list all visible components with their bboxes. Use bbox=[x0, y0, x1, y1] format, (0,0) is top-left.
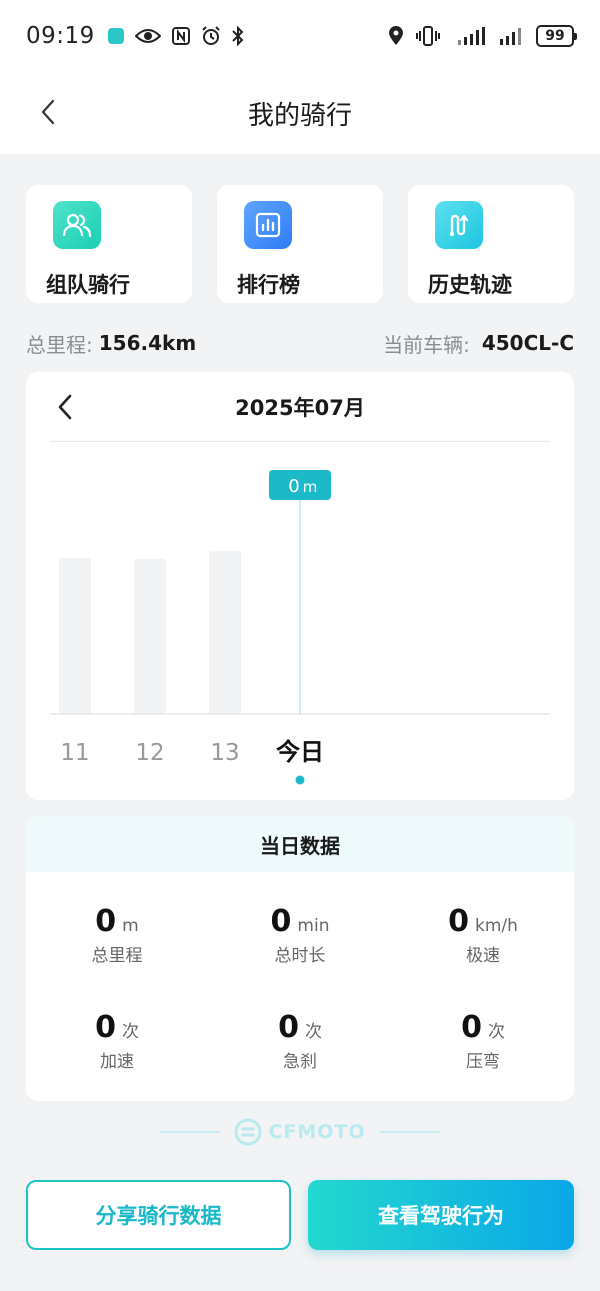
stat-hard-braking: 0次 急刹 bbox=[209, 1010, 391, 1072]
chart-tooltip bbox=[269, 470, 331, 500]
chevron-left-icon bbox=[41, 99, 55, 125]
history-track-card[interactable]: 历史轨迹 bbox=[408, 185, 574, 303]
summary-row: 总里程: 156.4km 当前车辆: 450CL-C bbox=[26, 328, 574, 358]
brand-name: CFMOTO bbox=[268, 1121, 366, 1143]
cfmoto-logo: CFMOTO bbox=[234, 1118, 365, 1146]
quick-actions: 组队骑行 排行榜 历史轨迹 bbox=[26, 185, 574, 303]
stat-value: 0 bbox=[461, 1010, 482, 1045]
stat-unit: km/h bbox=[474, 916, 518, 936]
chart-bar bbox=[209, 550, 241, 714]
stat-label: 总时长 bbox=[274, 946, 326, 966]
battery-indicator: 99 bbox=[536, 25, 577, 47]
stat-top-speed: 0 km/h 极速 bbox=[392, 904, 574, 966]
back-button[interactable] bbox=[30, 94, 66, 130]
month-title: 2025年07月 bbox=[235, 395, 365, 420]
stats-grid: 0m 总里程 0 min 总时长 0 km/h 极速 0次 加速 0次 急刹 0次 … bbox=[26, 872, 574, 1101]
chart-selected-dot bbox=[295, 775, 305, 785]
quick-action-label: 组队骑行 bbox=[46, 273, 130, 297]
month-header: 2025年07月 bbox=[50, 372, 550, 442]
brand-footer: CFMOTO bbox=[160, 1116, 440, 1148]
current-vehicle-label: 当前车辆: bbox=[383, 332, 470, 357]
stat-label: 压弯 bbox=[466, 1052, 500, 1072]
stat-distance: 0m 总里程 bbox=[26, 904, 208, 966]
divider bbox=[160, 1131, 221, 1133]
stat-duration: 0 min 总时长 bbox=[209, 904, 391, 966]
monthly-chart-card: 2025年07月 11 12 13 今日 0 m bbox=[26, 372, 574, 800]
bar-chart: 11 12 13 今日 0 m bbox=[50, 470, 550, 785]
view-driving-behavior-button[interactable]: 查看驾驶行为 bbox=[308, 1180, 574, 1250]
vibrate-icon bbox=[416, 26, 440, 46]
share-ride-data-button[interactable]: 分享骑行数据 bbox=[26, 1180, 291, 1250]
stat-value: 0 bbox=[278, 1010, 299, 1045]
page-title: 我的骑行 bbox=[247, 100, 352, 131]
stat-value: 0 bbox=[448, 904, 469, 939]
chevron-left-icon bbox=[58, 394, 72, 420]
nav-bar: 我的骑行 bbox=[0, 72, 600, 154]
location-icon bbox=[388, 26, 404, 46]
eye-icon bbox=[134, 27, 161, 45]
chart-bar bbox=[134, 558, 166, 714]
chart-tooltip-value: 0 bbox=[288, 476, 299, 497]
stat-unit: min bbox=[297, 916, 330, 936]
chart-x-tick-label: 今日 bbox=[276, 738, 324, 766]
chart-x-tick-label: 13 bbox=[210, 740, 239, 766]
stat-cornering: 0次 压弯 bbox=[392, 1010, 574, 1072]
signal-icon bbox=[498, 26, 524, 46]
stat-label: 急刹 bbox=[283, 1052, 317, 1072]
chart-bar bbox=[59, 557, 91, 714]
route-history-icon bbox=[435, 201, 483, 249]
current-vehicle-value: 450CL-C bbox=[481, 331, 574, 355]
chart-x-tick-label: 11 bbox=[60, 740, 89, 766]
stat-unit: 次 bbox=[487, 1022, 505, 1042]
quick-action-label: 排行榜 bbox=[237, 273, 300, 297]
team-icon bbox=[53, 201, 101, 249]
chart-tooltip-unit: m bbox=[303, 478, 318, 496]
stat-unit: 次 bbox=[304, 1022, 322, 1042]
stat-value: 0 bbox=[270, 904, 292, 939]
daily-data-card: 当日数据 0m 总里程 0 min 总时长 0 km/h 极速 0次 加速 0次 急… bbox=[26, 816, 574, 1101]
status-bar: 09:19 99 bbox=[0, 0, 600, 72]
status-time: 09:19 bbox=[26, 23, 95, 49]
divider bbox=[379, 1131, 440, 1133]
team-ride-card[interactable]: 组队骑行 bbox=[26, 185, 192, 303]
stat-unit: 次 bbox=[121, 1022, 139, 1042]
ranking-card[interactable]: 排行榜 bbox=[217, 185, 383, 303]
stat-unit: m bbox=[122, 916, 139, 936]
stat-value: 0 bbox=[95, 1010, 116, 1045]
alarm-icon bbox=[201, 26, 221, 46]
quick-action-label: 历史轨迹 bbox=[428, 273, 512, 297]
app-notification-icon bbox=[107, 27, 125, 45]
chart-x-tick-label: 12 bbox=[135, 740, 164, 766]
nfc-icon bbox=[171, 26, 191, 46]
stat-label: 极速 bbox=[466, 946, 500, 966]
total-distance-value: 156.4km bbox=[98, 331, 197, 355]
stat-label: 加速 bbox=[100, 1052, 134, 1072]
daily-data-title: 当日数据 bbox=[26, 816, 574, 872]
total-distance-label: 总里程: bbox=[26, 332, 93, 357]
signal-icon bbox=[452, 26, 486, 46]
stat-acceleration: 0次 加速 bbox=[26, 1010, 208, 1072]
bluetooth-icon bbox=[231, 26, 245, 46]
ranking-chart-icon bbox=[244, 201, 292, 249]
stat-label: 总里程 bbox=[91, 946, 143, 966]
stat-value: 0 bbox=[95, 904, 117, 939]
previous-month-button[interactable] bbox=[50, 392, 80, 422]
cfmoto-logo-icon bbox=[234, 1118, 262, 1146]
